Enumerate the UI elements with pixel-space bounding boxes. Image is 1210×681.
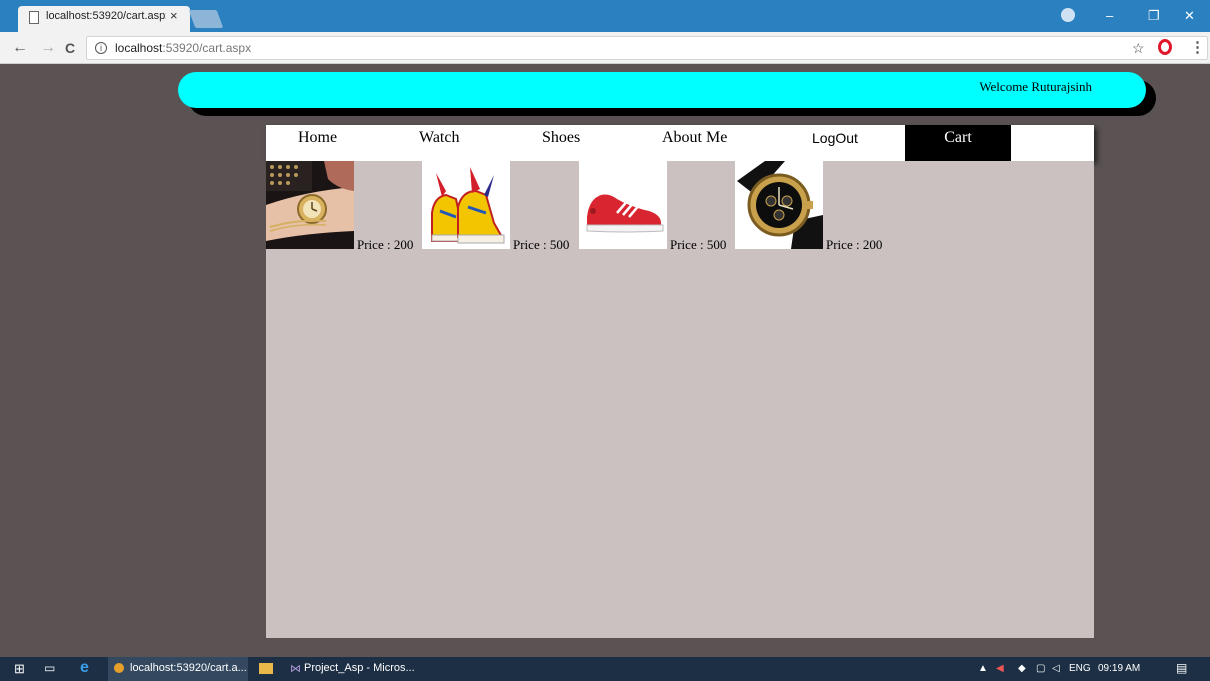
site-header: Welcome Ruturajsinh [178, 72, 1146, 108]
close-window-icon[interactable]: ✕ [1184, 8, 1195, 24]
browser-toolbar: ← → C i localhost:53920/cart.aspx ☆ ⋮ [0, 32, 1210, 64]
cart-item: Price : 200 [266, 161, 422, 252]
url-path: :53920/cart.aspx [162, 41, 252, 55]
product-price: Price : 500 [513, 237, 570, 252]
visual-studio-icon: ⋈ [290, 663, 301, 675]
cart-item: Price : 200 [735, 161, 891, 252]
profile-icon[interactable] [1061, 8, 1075, 22]
welcome-text: Welcome Ruturajsinh [979, 79, 1092, 94]
taskbar-chrome-item[interactable]: localhost:53920/cart.a... [130, 662, 247, 674]
tab-title[interactable]: localhost:53920/cart.aspx [46, 10, 166, 22]
forward-icon[interactable]: → [40, 39, 56, 57]
new-tab-button[interactable] [188, 10, 224, 28]
gold-watch-image[interactable] [266, 161, 354, 249]
chronograph-watch-image[interactable] [735, 161, 823, 249]
opera-extension-icon[interactable] [1158, 39, 1172, 55]
browser-titlebar: localhost:53920/cart.aspx × – ❐ ✕ [0, 0, 1210, 32]
windows-start-icon[interactable]: ⊞ [14, 661, 25, 677]
nav-logout[interactable]: LogOut [812, 130, 858, 146]
yellow-sneakers-image[interactable] [422, 161, 510, 249]
page-viewport: Welcome Ruturajsinh Home Watch Shoes Abo… [8, 65, 1202, 656]
product-price: Price : 200 [357, 237, 414, 252]
volume-icon[interactable]: ◀ [996, 663, 1004, 674]
back-icon[interactable]: ← [12, 39, 28, 57]
file-explorer-icon[interactable] [259, 663, 273, 674]
cart-item: Price : 500 [422, 161, 578, 252]
info-icon[interactable]: i [95, 42, 107, 54]
clock[interactable]: 09:19 AM [1098, 663, 1140, 674]
chrome-icon [114, 663, 124, 673]
task-view-icon[interactable]: ▭ [44, 661, 55, 675]
cart-content: Price : 200 Price : 500 Price: 500 Pric… [266, 161, 1094, 638]
windows-taskbar: ⊞ ▭ e localhost:53920/cart.a... ⋈ Projec… [0, 657, 1210, 681]
cart-item: Price : 500 [579, 161, 735, 252]
speaker-muted-icon[interactable]: ◁ [1052, 663, 1060, 674]
language-indicator[interactable]: ENG [1069, 663, 1091, 674]
notifications-icon[interactable]: ▤ [1176, 661, 1187, 675]
edge-icon[interactable]: e [80, 659, 89, 677]
url-text[interactable]: localhost:53920/cart.aspx [115, 41, 251, 55]
nav-home[interactable]: Home [298, 129, 337, 147]
red-sneaker-image[interactable] [579, 161, 667, 249]
browser-menu-icon[interactable]: ⋮ [1190, 38, 1205, 56]
product-price: Price : 200 [826, 237, 883, 252]
display-icon[interactable]: ▢ [1036, 663, 1045, 674]
product-price: Price : 500 [670, 237, 727, 252]
nav-cart[interactable]: Cart [905, 125, 1011, 161]
address-bar[interactable]: i localhost:53920/cart.aspx [86, 36, 1208, 60]
main-nav: Home Watch Shoes About Me LogOut Cart [266, 125, 1094, 161]
tab-close-icon[interactable]: × [170, 8, 178, 23]
taskbar-vs-item[interactable]: Project_Asp - Micros... [304, 662, 415, 674]
reload-icon[interactable]: C [65, 40, 75, 56]
restore-icon[interactable]: ❐ [1148, 8, 1160, 24]
security-icon[interactable]: ◆ [1018, 663, 1026, 674]
bookmark-star-icon[interactable]: ☆ [1132, 40, 1145, 57]
nav-watch[interactable]: Watch [419, 129, 459, 147]
network-icon[interactable]: ▲ [978, 663, 988, 674]
url-host: localhost [115, 41, 163, 55]
minimize-icon[interactable]: – [1106, 8, 1113, 23]
page-icon [29, 11, 39, 24]
nav-shoes[interactable]: Shoes [542, 129, 580, 147]
nav-about-me[interactable]: About Me [662, 129, 727, 147]
